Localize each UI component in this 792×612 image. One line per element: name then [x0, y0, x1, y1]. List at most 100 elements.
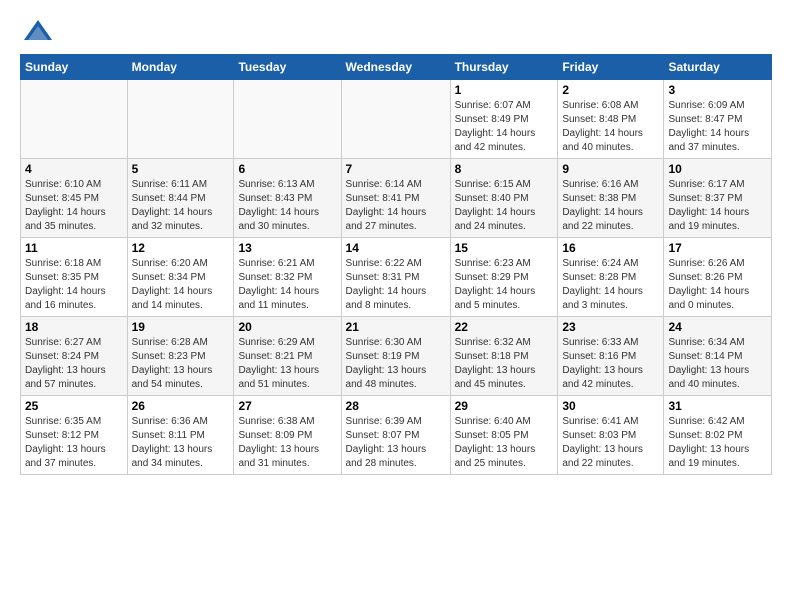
calendar-cell: 23 Sunrise: 6:33 AM Sunset: 8:16 PM Dayli… — [558, 317, 664, 396]
day-number: 29 — [455, 399, 554, 413]
day-number: 4 — [25, 162, 123, 176]
day-number: 27 — [238, 399, 336, 413]
day-number: 9 — [562, 162, 659, 176]
day-info: Sunrise: 6:13 AM Sunset: 8:43 PM Dayligh… — [238, 179, 319, 232]
calendar-cell: 18 Sunrise: 6:27 AM Sunset: 8:24 PM Dayli… — [21, 317, 128, 396]
header-day-tuesday: Tuesday — [234, 55, 341, 80]
calendar-cell: 21 Sunrise: 6:30 AM Sunset: 8:19 PM Dayli… — [341, 317, 450, 396]
calendar-cell: 30 Sunrise: 6:41 AM Sunset: 8:03 PM Dayli… — [558, 396, 664, 475]
day-info: Sunrise: 6:29 AM Sunset: 8:21 PM Dayligh… — [238, 337, 319, 390]
day-info: Sunrise: 6:26 AM Sunset: 8:26 PM Dayligh… — [668, 258, 749, 311]
day-info: Sunrise: 6:41 AM Sunset: 8:03 PM Dayligh… — [562, 416, 643, 469]
day-info: Sunrise: 6:15 AM Sunset: 8:40 PM Dayligh… — [455, 179, 536, 232]
day-number: 10 — [668, 162, 767, 176]
day-info: Sunrise: 6:08 AM Sunset: 8:48 PM Dayligh… — [562, 100, 643, 153]
day-number: 30 — [562, 399, 659, 413]
day-info: Sunrise: 6:14 AM Sunset: 8:41 PM Dayligh… — [346, 179, 427, 232]
header-day-monday: Monday — [127, 55, 234, 80]
day-info: Sunrise: 6:27 AM Sunset: 8:24 PM Dayligh… — [25, 337, 106, 390]
day-info: Sunrise: 6:35 AM Sunset: 8:12 PM Dayligh… — [25, 416, 106, 469]
day-number: 1 — [455, 83, 554, 97]
day-number: 28 — [346, 399, 446, 413]
header-day-saturday: Saturday — [664, 55, 772, 80]
day-info: Sunrise: 6:18 AM Sunset: 8:35 PM Dayligh… — [25, 258, 106, 311]
day-number: 8 — [455, 162, 554, 176]
header-day-wednesday: Wednesday — [341, 55, 450, 80]
calendar-cell: 17 Sunrise: 6:26 AM Sunset: 8:26 PM Dayli… — [664, 238, 772, 317]
day-info: Sunrise: 6:32 AM Sunset: 8:18 PM Dayligh… — [455, 337, 536, 390]
day-info: Sunrise: 6:38 AM Sunset: 8:09 PM Dayligh… — [238, 416, 319, 469]
day-info: Sunrise: 6:28 AM Sunset: 8:23 PM Dayligh… — [132, 337, 213, 390]
day-info: Sunrise: 6:21 AM Sunset: 8:32 PM Dayligh… — [238, 258, 319, 311]
calendar-cell: 10Sunrise: 6:17 AM Sunset: 8:37 PM Dayli… — [664, 159, 772, 238]
day-number: 26 — [132, 399, 230, 413]
calendar-cell: 24 Sunrise: 6:34 AM Sunset: 8:14 PM Dayli… — [664, 317, 772, 396]
calendar-cell: 15 Sunrise: 6:23 AM Sunset: 8:29 PM Dayli… — [450, 238, 558, 317]
calendar-body: 1Sunrise: 6:07 AM Sunset: 8:49 PM Daylig… — [21, 80, 772, 475]
day-number: 17 — [668, 241, 767, 255]
day-info: Sunrise: 6:34 AM Sunset: 8:14 PM Dayligh… — [668, 337, 749, 390]
day-info: Sunrise: 6:22 AM Sunset: 8:31 PM Dayligh… — [346, 258, 427, 311]
week-row-3: 11 Sunrise: 6:18 AM Sunset: 8:35 PM Dayli… — [21, 238, 772, 317]
calendar-cell: 4 Sunrise: 6:10 AM Sunset: 8:45 PM Daylig… — [21, 159, 128, 238]
day-info: Sunrise: 6:20 AM Sunset: 8:34 PM Dayligh… — [132, 258, 213, 311]
day-info: Sunrise: 6:23 AM Sunset: 8:29 PM Dayligh… — [455, 258, 536, 311]
header-day-thursday: Thursday — [450, 55, 558, 80]
day-number: 13 — [238, 241, 336, 255]
calendar-cell: 2Sunrise: 6:08 AM Sunset: 8:48 PM Daylig… — [558, 80, 664, 159]
day-number: 18 — [25, 320, 123, 334]
calendar-header: SundayMondayTuesdayWednesdayThursdayFrid… — [21, 55, 772, 80]
header-day-friday: Friday — [558, 55, 664, 80]
calendar-cell: 11 Sunrise: 6:18 AM Sunset: 8:35 PM Dayli… — [21, 238, 128, 317]
day-info: Sunrise: 6:33 AM Sunset: 8:16 PM Dayligh… — [562, 337, 643, 390]
day-info: Sunrise: 6:30 AM Sunset: 8:19 PM Dayligh… — [346, 337, 427, 390]
calendar-cell: 7Sunrise: 6:14 AM Sunset: 8:41 PM Daylig… — [341, 159, 450, 238]
header-day-sunday: Sunday — [21, 55, 128, 80]
logo — [20, 16, 52, 44]
calendar-cell: 29 Sunrise: 6:40 AM Sunset: 8:05 PM Dayli… — [450, 396, 558, 475]
calendar-cell: 12Sunrise: 6:20 AM Sunset: 8:34 PM Dayli… — [127, 238, 234, 317]
calendar-cell: 3Sunrise: 6:09 AM Sunset: 8:47 PM Daylig… — [664, 80, 772, 159]
calendar-cell: 6 Sunrise: 6:13 AM Sunset: 8:43 PM Daylig… — [234, 159, 341, 238]
day-info: Sunrise: 6:11 AM Sunset: 8:44 PM Dayligh… — [132, 179, 213, 232]
day-info: Sunrise: 6:10 AM Sunset: 8:45 PM Dayligh… — [25, 179, 106, 232]
week-row-5: 25Sunrise: 6:35 AM Sunset: 8:12 PM Dayli… — [21, 396, 772, 475]
calendar-table: SundayMondayTuesdayWednesdayThursdayFrid… — [20, 54, 772, 475]
calendar-cell — [127, 80, 234, 159]
calendar-cell: 25Sunrise: 6:35 AM Sunset: 8:12 PM Dayli… — [21, 396, 128, 475]
day-info: Sunrise: 6:16 AM Sunset: 8:38 PM Dayligh… — [562, 179, 643, 232]
day-number: 24 — [668, 320, 767, 334]
logo-icon — [24, 16, 52, 44]
day-number: 14 — [346, 241, 446, 255]
calendar-cell: 20 Sunrise: 6:29 AM Sunset: 8:21 PM Dayli… — [234, 317, 341, 396]
day-number: 19 — [132, 320, 230, 334]
day-number: 21 — [346, 320, 446, 334]
calendar-cell: 22Sunrise: 6:32 AM Sunset: 8:18 PM Dayli… — [450, 317, 558, 396]
day-number: 20 — [238, 320, 336, 334]
day-info: Sunrise: 6:09 AM Sunset: 8:47 PM Dayligh… — [668, 100, 749, 153]
week-row-1: 1Sunrise: 6:07 AM Sunset: 8:49 PM Daylig… — [21, 80, 772, 159]
day-number: 6 — [238, 162, 336, 176]
calendar-cell: 14 Sunrise: 6:22 AM Sunset: 8:31 PM Dayli… — [341, 238, 450, 317]
calendar-cell: 1Sunrise: 6:07 AM Sunset: 8:49 PM Daylig… — [450, 80, 558, 159]
day-number: 15 — [455, 241, 554, 255]
calendar-cell — [341, 80, 450, 159]
day-info: Sunrise: 6:36 AM Sunset: 8:11 PM Dayligh… — [132, 416, 213, 469]
calendar-cell: 19 Sunrise: 6:28 AM Sunset: 8:23 PM Dayli… — [127, 317, 234, 396]
day-number: 23 — [562, 320, 659, 334]
day-number: 11 — [25, 241, 123, 255]
day-number: 31 — [668, 399, 767, 413]
calendar-cell: 8 Sunrise: 6:15 AM Sunset: 8:40 PM Daylig… — [450, 159, 558, 238]
calendar-cell — [234, 80, 341, 159]
calendar-cell: 26 Sunrise: 6:36 AM Sunset: 8:11 PM Dayli… — [127, 396, 234, 475]
day-info: Sunrise: 6:42 AM Sunset: 8:02 PM Dayligh… — [668, 416, 749, 469]
day-number: 16 — [562, 241, 659, 255]
day-info: Sunrise: 6:24 AM Sunset: 8:28 PM Dayligh… — [562, 258, 643, 311]
day-info: Sunrise: 6:40 AM Sunset: 8:05 PM Dayligh… — [455, 416, 536, 469]
day-info: Sunrise: 6:39 AM Sunset: 8:07 PM Dayligh… — [346, 416, 427, 469]
day-number: 5 — [132, 162, 230, 176]
calendar-cell: 16 Sunrise: 6:24 AM Sunset: 8:28 PM Dayli… — [558, 238, 664, 317]
header — [20, 16, 772, 44]
calendar-cell: 5 Sunrise: 6:11 AM Sunset: 8:44 PM Daylig… — [127, 159, 234, 238]
calendar-cell: 27 Sunrise: 6:38 AM Sunset: 8:09 PM Dayli… — [234, 396, 341, 475]
